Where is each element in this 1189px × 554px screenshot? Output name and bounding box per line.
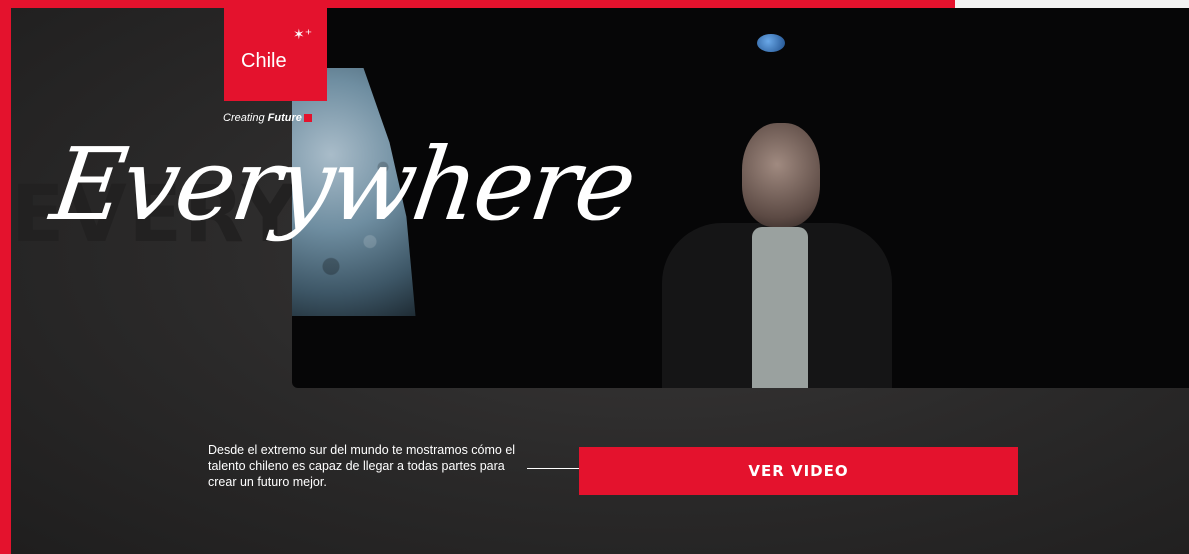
tagline-square [303,114,312,123]
person-sweater [752,227,808,388]
hero-description: Desde el extremo sur del mundo te mostra… [208,443,516,489]
tagline-light: Creating [223,112,265,124]
script-title: Everywhere [44,126,641,243]
ver-video-button[interactable]: VER VIDEO [579,447,1018,495]
tagline-bold: Future [267,112,302,124]
person-image [662,123,892,388]
brand-tagline: Creating Future [223,112,312,124]
logo-text: Chile [241,50,287,72]
hero-section: EVERYWHERE ✶⁺ Chile Creating Future Ever… [11,8,1189,554]
stars-icon: ✶⁺ [293,26,313,42]
top-bar-light-segment [955,0,1189,8]
person-head [742,123,820,227]
planet-image [757,34,785,52]
brand-logo[interactable]: ✶⁺ Chile [224,8,327,101]
